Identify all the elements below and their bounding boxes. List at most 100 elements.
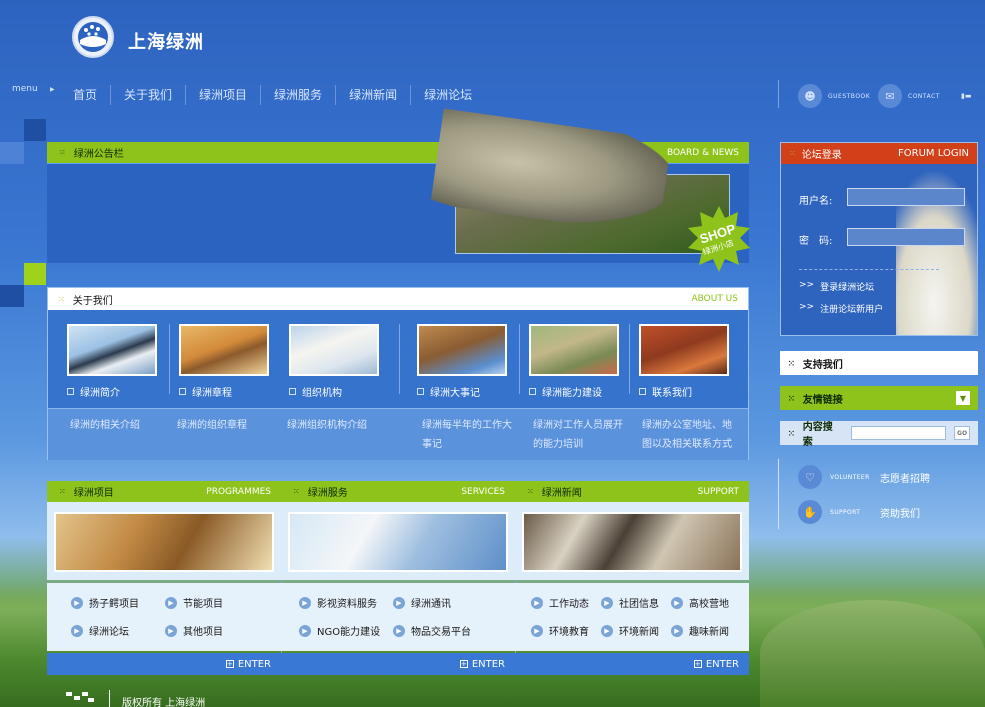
dots-icon: ⁙ bbox=[59, 148, 66, 157]
dots-icon: ⁙ bbox=[527, 487, 534, 496]
register-link[interactable]: >> 注册论坛新用户 bbox=[799, 302, 883, 315]
about-item-desc: 绿洲的组织章程 bbox=[177, 420, 247, 431]
about-item[interactable]: 绿洲大事记 bbox=[417, 324, 527, 399]
donate-label: 资助我们 bbox=[880, 508, 920, 520]
guestbook-label: GUESTBOOK bbox=[828, 92, 871, 100]
nav-forum[interactable]: 绿洲论坛 bbox=[411, 85, 485, 105]
password-input[interactable] bbox=[847, 228, 965, 246]
news-header: ⁙ 绿洲新闻 SUPPORT bbox=[515, 481, 749, 502]
square-bullet-icon bbox=[417, 388, 424, 395]
link-label: 其他项目 bbox=[183, 627, 223, 638]
shop-badge[interactable]: SHOP 绿洲小店 bbox=[686, 206, 752, 272]
link-label: 社团信息 bbox=[619, 599, 659, 610]
deco-square bbox=[24, 263, 46, 285]
volunteer-link[interactable]: ♡ VOLUNTEER 志愿者招聘 bbox=[798, 465, 930, 489]
link-work-updates[interactable]: ▶ 工作动态 bbox=[531, 595, 589, 610]
about-item[interactable]: 联系我们 bbox=[639, 324, 749, 399]
friend-links-select[interactable]: ⁙ 友情链接 ▼ bbox=[780, 386, 978, 410]
arrow-label: >> bbox=[799, 302, 815, 312]
nav-divider bbox=[778, 80, 779, 108]
services-enter-button[interactable]: + ENTER bbox=[281, 653, 515, 675]
link-label: 趣味新闻 bbox=[689, 627, 729, 638]
nav-projects[interactable]: 绿洲项目 bbox=[186, 85, 262, 105]
deco-square bbox=[24, 119, 46, 141]
go-button[interactable]: GO bbox=[954, 426, 970, 440]
link-label: NGO能力建设 bbox=[317, 627, 381, 638]
link-other-projects[interactable]: ▶ 其他项目 bbox=[165, 623, 223, 638]
about-divider bbox=[399, 324, 400, 394]
link-label: 环境教育 bbox=[549, 627, 589, 638]
about-item-desc: 绿洲每半年的工作大事记 bbox=[422, 420, 512, 450]
lion-image bbox=[54, 512, 274, 572]
link-trading-platform[interactable]: ▶ 物品交易平台 bbox=[393, 623, 471, 638]
link-ngo-capacity[interactable]: ▶ NGO能力建设 bbox=[299, 623, 380, 638]
services-header: ⁙ 绿洲服务 SERVICES bbox=[281, 481, 515, 502]
seal-image bbox=[288, 512, 508, 572]
link-env-education[interactable]: ▶ 环境教育 bbox=[531, 623, 589, 638]
login-header: ⁙ 论坛登录 FORUM LOGIN bbox=[781, 143, 977, 164]
search-input[interactable] bbox=[850, 426, 947, 440]
forum-login-link[interactable]: >> 登录绿洲论坛 bbox=[799, 280, 874, 293]
nav-services[interactable]: 绿洲服务 bbox=[261, 85, 337, 105]
donate-link[interactable]: ✋ SUPPORT 资助我们 bbox=[798, 500, 920, 524]
dots-icon: ⁙ bbox=[789, 149, 796, 158]
link-campus-camp[interactable]: ▶ 高校营地 bbox=[671, 595, 729, 610]
link-label: 工作动态 bbox=[549, 599, 589, 610]
guestbook-link[interactable]: ☻ GUESTBOOK bbox=[798, 84, 870, 108]
news-enter-button[interactable]: + ENTER bbox=[515, 653, 749, 675]
about-item-label: 组织机构 bbox=[302, 388, 342, 399]
link-fun-news[interactable]: ▶ 趣味新闻 bbox=[671, 623, 729, 638]
register-label: 注册论坛新用户 bbox=[820, 305, 884, 315]
arrow-bullet-icon: ▶ bbox=[531, 596, 543, 609]
about-item-desc: 绿洲办公室地址、地图以及相关联系方式 bbox=[642, 420, 732, 450]
site-title[interactable]: 上海绿洲 bbox=[128, 28, 204, 54]
about-panel: ⁙ 关于我们 ABOUT US 绿洲简介 绿洲章程 组织机构 绿洲大事记 绿洲能力… bbox=[47, 287, 749, 460]
nav-about[interactable]: 关于我们 bbox=[111, 85, 187, 105]
link-club-info[interactable]: ▶ 社团信息 bbox=[601, 595, 659, 610]
corner-mark-icon: ▮▬ bbox=[961, 92, 972, 100]
link-newsletter[interactable]: ▶ 绿洲通讯 bbox=[393, 595, 451, 610]
news-title: 绿洲新闻 bbox=[541, 488, 582, 499]
dots-icon: ⁙ bbox=[59, 487, 66, 496]
support-us-link[interactable]: ⁙ 支持我们 bbox=[780, 351, 978, 375]
nav-news[interactable]: 绿洲新闻 bbox=[336, 85, 412, 105]
chevron-down-icon[interactable]: ▼ bbox=[956, 391, 970, 405]
link-oasis-forum[interactable]: ▶ 绿洲论坛 bbox=[71, 623, 129, 638]
arrow-bullet-icon: ▶ bbox=[299, 624, 311, 637]
square-bullet-icon bbox=[179, 388, 186, 395]
content-search-label: 内容搜索 bbox=[802, 422, 833, 448]
link-yangtze-alligator[interactable]: ▶ 扬子鳄项目 bbox=[71, 595, 139, 610]
board-title: 绿洲公告栏 bbox=[73, 149, 124, 160]
about-item-label: 绿洲简介 bbox=[80, 388, 120, 399]
hand-icon: ✋ bbox=[798, 500, 822, 524]
programmes-enter-button[interactable]: + ENTER bbox=[47, 653, 281, 675]
about-item[interactable]: 绿洲简介 bbox=[67, 324, 177, 399]
about-item[interactable]: 组织机构 bbox=[289, 324, 399, 399]
heart-icon: ♡ bbox=[798, 465, 822, 489]
arrow-bullet-icon: ▶ bbox=[393, 596, 405, 609]
link-film-materials[interactable]: ▶ 影视资料服务 bbox=[299, 595, 377, 610]
about-divider bbox=[169, 324, 170, 394]
services-en-title: SERVICES bbox=[461, 486, 505, 497]
nav-home[interactable]: 首页 bbox=[60, 85, 112, 105]
link-env-news[interactable]: ▶ 环境新闻 bbox=[601, 623, 659, 638]
contact-label: CONTACT bbox=[908, 92, 940, 100]
news-image-area bbox=[515, 502, 749, 580]
news-links: ▶ 工作动态 ▶ 社团信息 ▶ 高校营地 ▶ 环境教育 ▶ 环境新闻 ▶ 趣味新闻 bbox=[515, 583, 749, 651]
antelope-thumbnail bbox=[179, 324, 269, 376]
about-item-label: 绿洲章程 bbox=[192, 388, 232, 399]
orangutan-thumbnail bbox=[639, 324, 729, 376]
about-item[interactable]: 绿洲能力建设 bbox=[529, 324, 639, 399]
contact-link[interactable]: ✉ CONTACT bbox=[878, 84, 940, 108]
about-item[interactable]: 绿洲章程 bbox=[179, 324, 289, 399]
link-label: 绿洲论坛 bbox=[89, 627, 129, 638]
hill-decoration bbox=[760, 600, 985, 707]
programmes-panel: ⁙ 绿洲项目 PROGRAMMES ▶ 扬子鳄项目 ▶ 节能项目 ▶ 绿洲论坛 ▶ 其他项… bbox=[47, 481, 281, 675]
link-label: 环境新闻 bbox=[619, 627, 659, 638]
logo-emblem-icon[interactable] bbox=[72, 16, 114, 58]
menu-label: menu bbox=[12, 84, 38, 94]
friend-links-label: 友情链接 bbox=[802, 394, 843, 406]
username-input[interactable] bbox=[847, 188, 965, 206]
about-title: 关于我们 bbox=[72, 295, 113, 307]
link-energy-saving[interactable]: ▶ 节能项目 bbox=[165, 595, 223, 610]
